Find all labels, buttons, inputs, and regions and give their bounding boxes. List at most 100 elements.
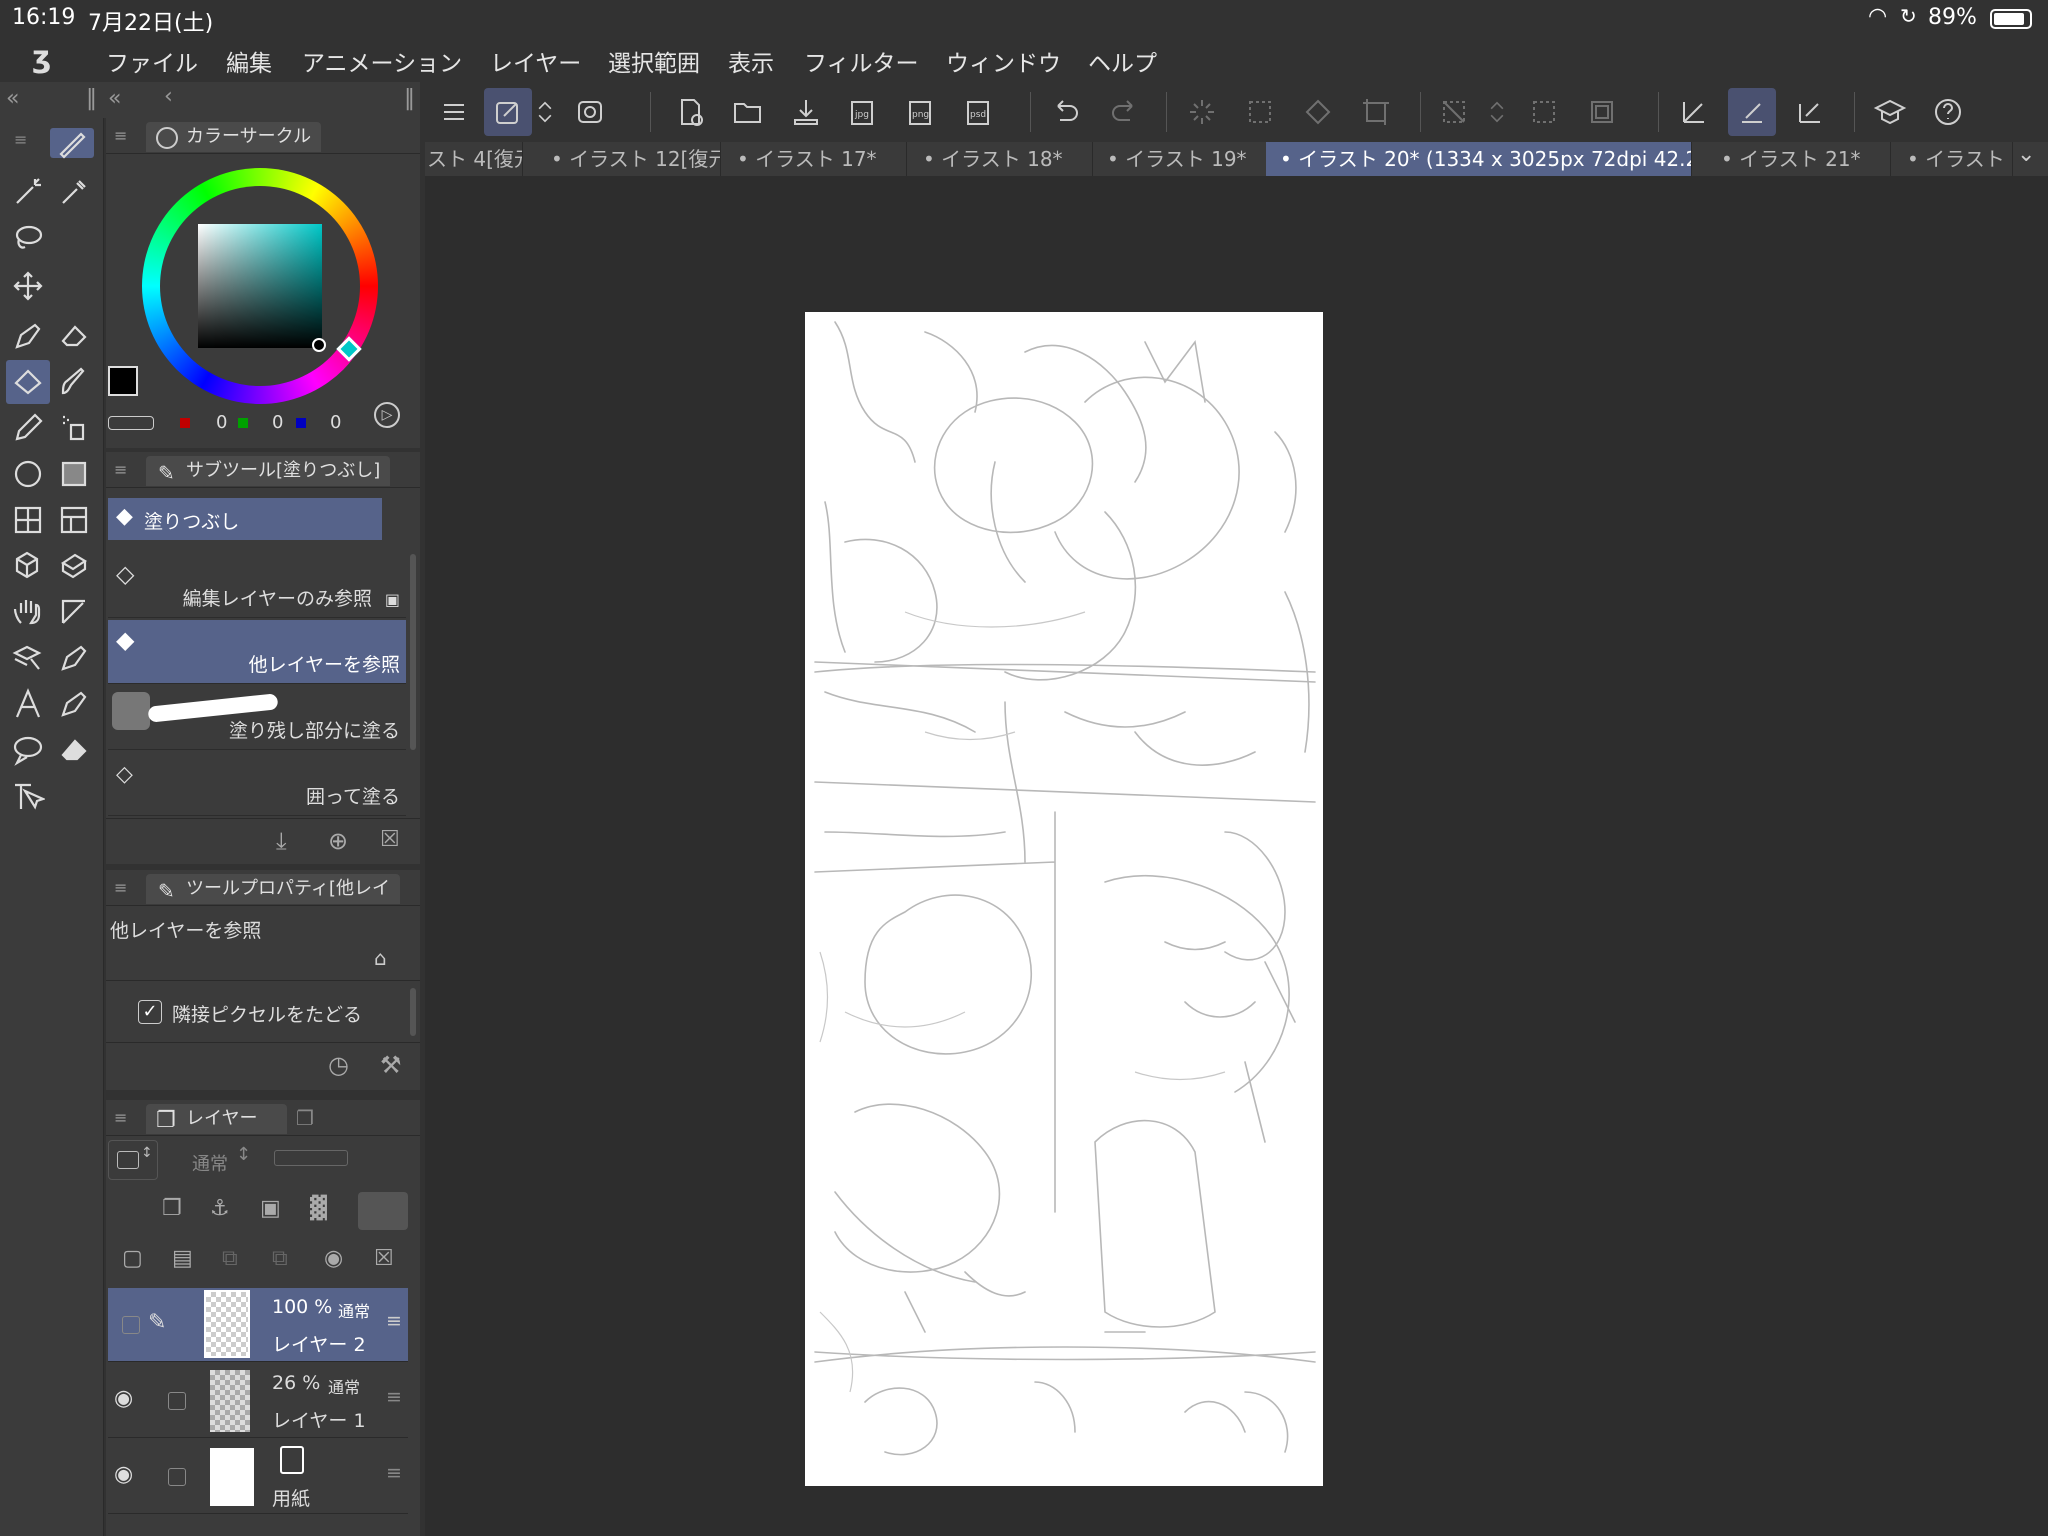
- collapse-left-icon[interactable]: «: [6, 86, 19, 111]
- airbrush-icon[interactable]: [52, 406, 96, 450]
- blend-mode-value[interactable]: 通常: [192, 1150, 228, 1176]
- subtool-item-selected[interactable]: ◆ 他レイヤーを参照: [108, 620, 406, 684]
- eraser-icon[interactable]: [52, 314, 96, 358]
- merge-down-icon[interactable]: ⧉: [222, 1246, 238, 1271]
- layer-row[interactable]: ◉ 用紙 ≡: [108, 1440, 408, 1514]
- eye-icon[interactable]: ◉: [114, 1386, 133, 1411]
- subtool-item[interactable]: ◇ 囲って塗る: [108, 752, 406, 816]
- help-icon[interactable]: [1924, 88, 1972, 136]
- fill-bucket-icon[interactable]: [6, 360, 50, 404]
- layer-select-icon[interactable]: [6, 636, 50, 680]
- ruler-icon[interactable]: [1670, 88, 1718, 136]
- hand-icon[interactable]: [6, 590, 50, 634]
- new-file-icon[interactable]: [666, 88, 714, 136]
- import-icon[interactable]: ⤓: [276, 827, 287, 855]
- frame-border-icon[interactable]: [6, 498, 50, 542]
- lock-icon[interactable]: ▣: [385, 590, 400, 609]
- panel-grip-icon[interactable]: ≡: [114, 878, 127, 897]
- layer-select-checkbox[interactable]: [168, 1468, 186, 1486]
- current-tool-icon[interactable]: [50, 128, 94, 159]
- color-panel-tab[interactable]: カラーサークル: [146, 122, 322, 152]
- learn-icon[interactable]: [1866, 88, 1914, 136]
- saturation-value-square[interactable]: [198, 224, 322, 348]
- tab-illust-18[interactable]: • イラスト 18*: [909, 142, 1093, 176]
- subtool-group-fill[interactable]: ◆ 塗りつぶし: [108, 498, 382, 540]
- select-erase-icon[interactable]: [1236, 88, 1284, 136]
- save-icon[interactable]: [782, 88, 830, 136]
- hue-ring[interactable]: [142, 168, 378, 404]
- updown2-icon[interactable]: [1482, 88, 1512, 136]
- app-logo-icon[interactable]: ʒ: [32, 40, 51, 75]
- tab-illust-more[interactable]: • イラスト 2: [1893, 142, 2013, 176]
- canvas-paper[interactable]: [805, 312, 1323, 1486]
- decoration-icon[interactable]: [52, 636, 96, 680]
- reference-layer-icon[interactable]: ⚓: [210, 1196, 230, 1221]
- magic-wand-icon[interactable]: [6, 170, 50, 214]
- pen-icon[interactable]: [6, 314, 50, 358]
- eraser2-icon[interactable]: [52, 728, 96, 772]
- tab-illust-4[interactable]: スト 4[復元: [425, 142, 523, 176]
- menu-selection[interactable]: 選択範囲: [608, 44, 700, 78]
- adjacent-pixel-checkbox[interactable]: ✓: [138, 1000, 162, 1024]
- menu-view[interactable]: 表示: [728, 44, 774, 78]
- text-icon[interactable]: [6, 682, 50, 726]
- tab-illust-12[interactable]: • イラスト 12[復元: [537, 142, 721, 176]
- menu-edit[interactable]: 編集: [226, 44, 272, 78]
- tab-illust-17[interactable]: • イラスト 17*: [723, 142, 907, 176]
- layer-row[interactable]: ✎ 100 % 通常 レイヤー 2 ≡: [108, 1288, 408, 1362]
- tool-property-tab[interactable]: ✎ ツールプロパティ[他レイ: [146, 874, 400, 904]
- panel-grip-icon[interactable]: ≡: [114, 126, 127, 145]
- menu-file[interactable]: ファイル: [106, 44, 198, 78]
- open-folder-icon[interactable]: [724, 88, 772, 136]
- blend-updown-icon[interactable]: ↕: [236, 1144, 251, 1165]
- brush-snap-icon[interactable]: [1728, 88, 1776, 136]
- menu-window[interactable]: ウィンドウ: [946, 44, 1061, 78]
- transform-icon[interactable]: [1352, 88, 1400, 136]
- layer-mask-icon[interactable]: ◉: [324, 1246, 343, 1271]
- companion-icon[interactable]: [566, 88, 614, 136]
- merge-selected-icon[interactable]: ⧉: [272, 1246, 288, 1271]
- updown-icon[interactable]: [530, 88, 560, 136]
- 3d-primitive-icon[interactable]: [52, 544, 96, 588]
- layer-search-icon[interactable]: ❐: [296, 1106, 314, 1130]
- chevron-down-icon[interactable]: ⌄: [2017, 142, 2035, 167]
- pen-mode-icon[interactable]: [484, 88, 532, 136]
- clip-icon[interactable]: ❐: [162, 1196, 182, 1221]
- subtool-item[interactable]: ◇ 編集レイヤーのみ参照 ▣: [108, 554, 406, 618]
- opacity-slider[interactable]: [274, 1150, 348, 1166]
- reset-icon[interactable]: ◷: [328, 1051, 349, 1079]
- layer-visibility-toggle[interactable]: [122, 1316, 140, 1334]
- hamburger-menu-icon[interactable]: [430, 88, 478, 136]
- grip-icon[interactable]: ‖: [86, 86, 97, 111]
- layer-menu-icon[interactable]: ≡: [386, 1462, 402, 1484]
- tab-illust-20[interactable]: • イラスト 20* (1334 x 3025px 72dpi 42.2%): [1266, 142, 1692, 176]
- unlock-icon[interactable]: ⌂: [374, 946, 387, 970]
- toolbox-grip-icon[interactable]: ≡: [14, 130, 27, 149]
- object-select-icon[interactable]: [6, 774, 50, 818]
- export-jpg-icon[interactable]: jpg: [840, 88, 888, 136]
- undo-icon[interactable]: [1042, 88, 1090, 136]
- layer-select-checkbox[interactable]: [168, 1392, 186, 1410]
- eyedropper-icon[interactable]: [52, 170, 96, 214]
- panel-layout-icon[interactable]: [52, 498, 96, 542]
- lock-icon[interactable]: ▣: [260, 1196, 281, 1221]
- ellipse-icon[interactable]: [6, 452, 50, 496]
- new-folder-icon[interactable]: ▤: [172, 1246, 193, 1271]
- redo-icon[interactable]: [1100, 88, 1148, 136]
- layer-row[interactable]: ◉ 26 % 通常 レイヤー 1 ≡: [108, 1364, 408, 1438]
- loading-icon[interactable]: [1178, 88, 1226, 136]
- pen-snap-icon[interactable]: [1786, 88, 1834, 136]
- balloon-icon[interactable]: [6, 728, 50, 772]
- menu-filter[interactable]: フィルター: [804, 44, 919, 78]
- collapse-panel-icon[interactable]: «: [108, 86, 121, 111]
- move-icon[interactable]: [6, 264, 50, 308]
- eye-icon[interactable]: ◉: [114, 1462, 133, 1487]
- panel-grip-icon[interactable]: ≡: [114, 1108, 127, 1127]
- invert-selection-icon[interactable]: [1520, 88, 1568, 136]
- pencil-icon[interactable]: [6, 406, 50, 450]
- menu-help[interactable]: ヘルプ: [1088, 44, 1157, 78]
- tab-illust-19[interactable]: • イラスト 19*: [1093, 142, 1277, 176]
- duplicate-icon[interactable]: ⊕: [328, 827, 348, 855]
- wrench-icon[interactable]: ⚒: [380, 1051, 402, 1079]
- delete-layer-icon[interactable]: ☒: [374, 1246, 394, 1271]
